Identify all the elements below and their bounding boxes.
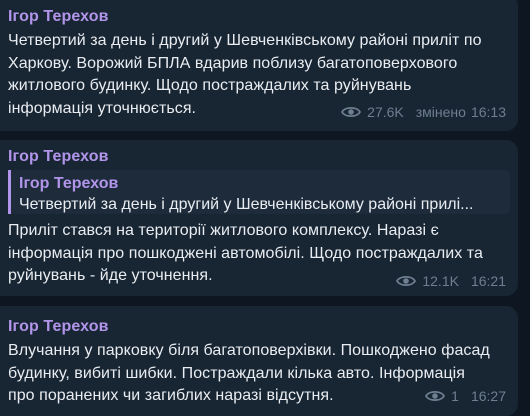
message-meta: 12.1K 16:21 <box>396 273 506 289</box>
message-bubble[interactable]: Ігор Терехов Влучання у парковку біля ба… <box>0 306 518 416</box>
edited-label: змінено <box>415 104 466 120</box>
message-meta: 27.6K змінено 16:13 <box>341 104 506 120</box>
message-author[interactable]: Ігор Терехов <box>8 148 109 166</box>
reply-author: Ігор Терехов <box>19 175 119 192</box>
message-bubble[interactable]: Ігор Терехов Четвертий за день і другий … <box>0 0 518 131</box>
eye-icon <box>341 106 362 118</box>
message-text-line: Четвертий за день і другий у Шевченківсь… <box>8 32 482 49</box>
eye-icon <box>425 390 446 402</box>
message-time: 16:27 <box>470 388 506 404</box>
message-text-line: Приліт стався на території житлового ком… <box>8 222 439 239</box>
message-time: 16:21 <box>470 273 506 289</box>
message-text-line: інформація про пошкоджені автомобілі. Що… <box>8 244 483 262</box>
view-count: 27.6K <box>367 104 404 120</box>
message-text-line: житлового будинку. Щодо постраждалих та … <box>8 77 412 95</box>
message-text-line: Харкову. Ворожий БПЛА вдарив поблизу баг… <box>8 54 458 72</box>
eye-icon <box>396 275 417 287</box>
reply-quote[interactable]: Ігор Терехов Четвертий за день і другий … <box>8 170 510 214</box>
message-author[interactable]: Ігор Терехов <box>8 8 109 26</box>
message-text-line: Влучання у парковку біля багатоповерхівк… <box>8 342 490 359</box>
reply-text: Четвертий за день і другий у Шевченківсь… <box>19 196 474 213</box>
view-count: 12.1K <box>422 273 459 289</box>
message-meta: 1 16:27 <box>425 388 506 404</box>
message-bubble[interactable]: Ігор Терехов Ігор Терехов Четвертий за д… <box>0 140 518 296</box>
view-count: 1 <box>451 388 459 404</box>
message-text-line: будинку, вибиті шибки. Постраждали кільк… <box>8 364 466 382</box>
message-time: 16:13 <box>470 104 506 120</box>
message-author[interactable]: Ігор Терехов <box>8 318 109 336</box>
